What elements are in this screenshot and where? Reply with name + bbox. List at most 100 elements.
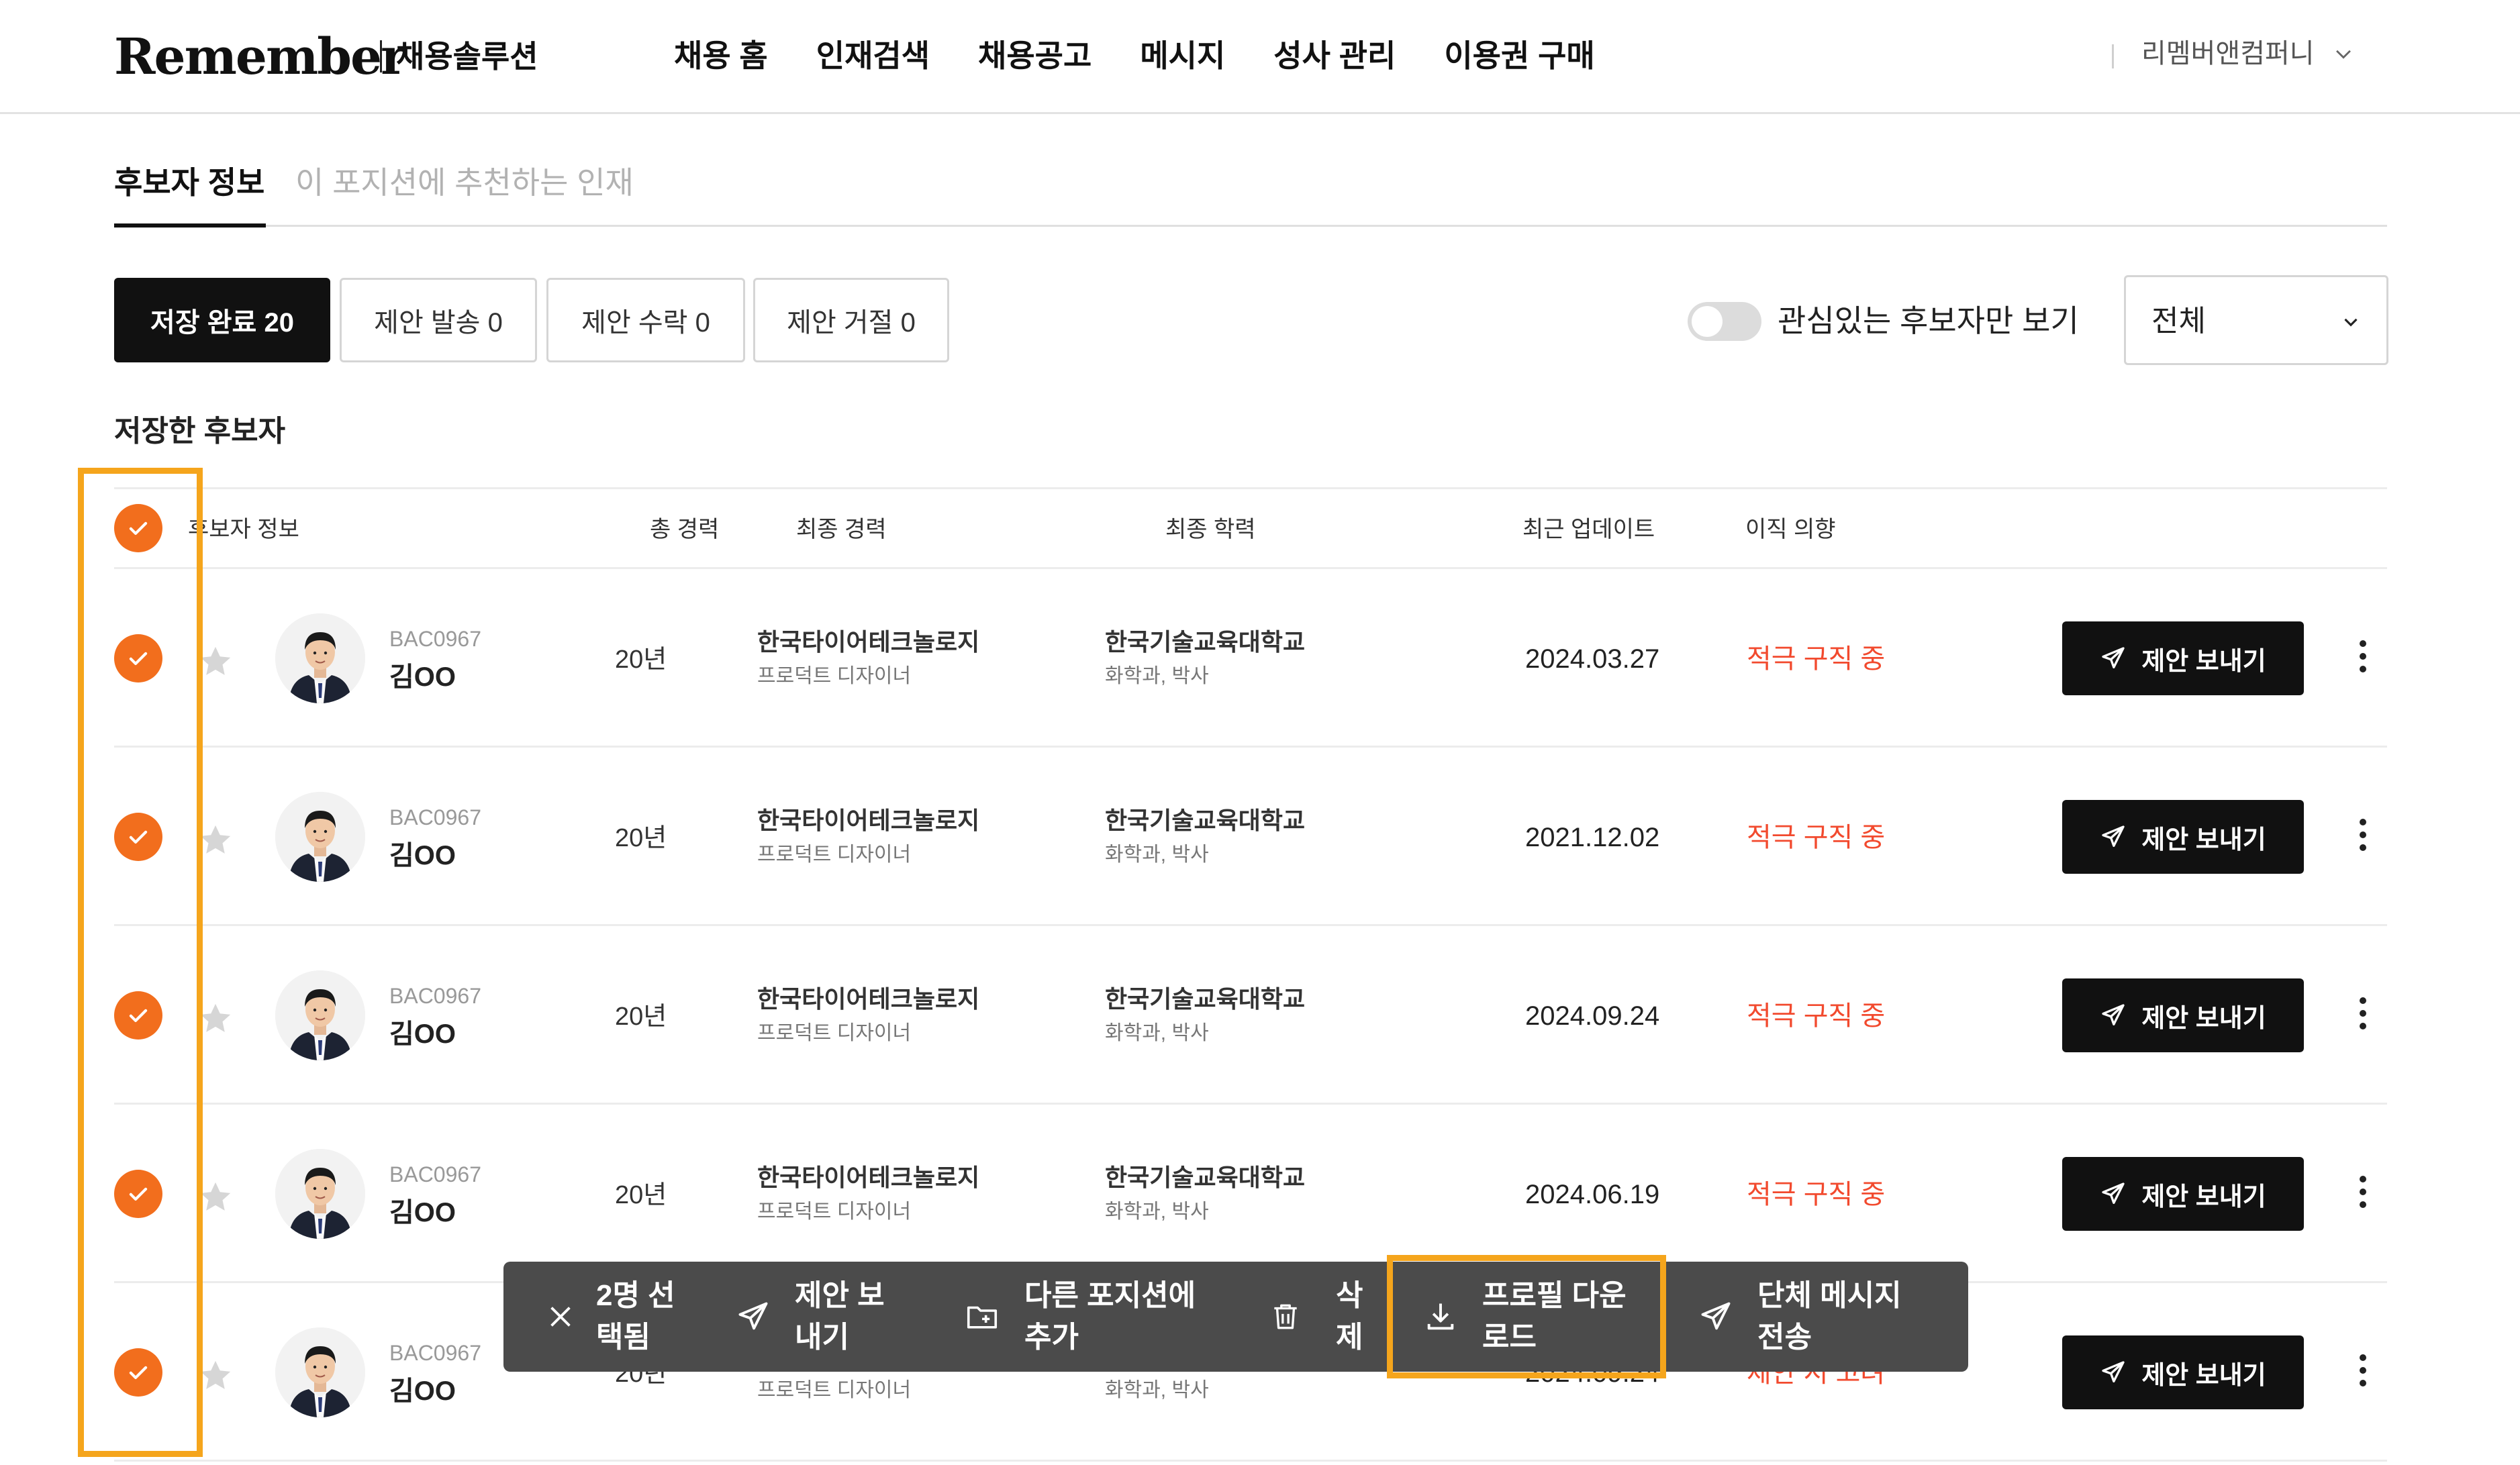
select-all-checkbox[interactable]	[114, 504, 162, 552]
paper-plane-icon	[1701, 1302, 1731, 1330]
star-icon[interactable]	[196, 821, 235, 859]
table-row[interactable]: BAC0967 김OO 20년 한국타이어테크놀로지 프로덕트 디자이너 한국기…	[114, 748, 2387, 926]
send-offer-label: 제안 보내기	[2141, 825, 2266, 854]
download-profile-label: 프로필 다운 로드	[1482, 1275, 1627, 1358]
table-row[interactable]: BAC0967 김OO 20년 한국타이어테크놀로지 프로덕트 디자이너 한국기…	[114, 569, 2387, 748]
send-offer-label: 제안 보내기	[2141, 1182, 2266, 1211]
trash-icon	[1274, 1304, 1297, 1329]
chevron-down-icon	[2344, 318, 2358, 327]
job-change-intent: 적극 구직 중	[1747, 823, 1886, 852]
candidate-name[interactable]: 김OO	[389, 839, 456, 872]
last-company: 한국타이어테크놀로지	[757, 985, 980, 1013]
paper-plane-icon	[2102, 1182, 2125, 1204]
star-icon[interactable]	[196, 1178, 235, 1216]
bulk-send-offer-button[interactable]: 제안 보 내기	[736, 1276, 885, 1357]
major: 화학과, 박사	[1105, 844, 1209, 866]
candidate-name[interactable]: 김OO	[389, 1196, 456, 1229]
download-profile-line1: 프로필 다운	[1482, 1279, 1627, 1312]
candidate-code: BAC0967	[389, 1162, 481, 1186]
row-checkbox[interactable]	[114, 634, 162, 683]
candidate-name[interactable]: 김OO	[389, 660, 456, 694]
send-offer-button[interactable]: 제안 보내기	[2062, 800, 2304, 874]
job-title: 프로덕트 디자이너	[757, 1022, 912, 1044]
send-offer-button[interactable]: 제안 보내기	[2062, 1157, 2304, 1231]
tab-recommended-talent[interactable]: 이 포지션에 추천하는 인재	[295, 161, 634, 204]
send-offer-button[interactable]: 제안 보내기	[2062, 978, 2304, 1052]
send-offer-button[interactable]: 제안 보내기	[2062, 1335, 2304, 1409]
candidate-name[interactable]: 김OO	[389, 1374, 456, 1408]
nav-hire-management[interactable]: 성사 관리	[1273, 35, 1396, 77]
nav-talent-search[interactable]: 인재검색	[816, 35, 930, 77]
row-checkbox[interactable]	[114, 1348, 162, 1397]
close-icon	[550, 1307, 571, 1327]
more-options-icon[interactable]	[2349, 1172, 2376, 1216]
clear-selection-button[interactable]: 2명 선 택됨	[545, 1276, 675, 1357]
remember-logo[interactable]: Remember	[114, 27, 407, 87]
check-icon	[129, 830, 148, 844]
major: 화학과, 박사	[1105, 1201, 1209, 1223]
job-change-intent: 적극 구직 중	[1747, 644, 1886, 674]
more-options-icon[interactable]	[2349, 993, 2376, 1038]
avatar	[275, 1149, 365, 1239]
person-avatar-icon	[275, 1149, 365, 1239]
row-checkbox[interactable]	[114, 991, 162, 1040]
nav-recruit-home[interactable]: 채용 홈	[674, 35, 768, 77]
send-offer-label: 제안 보내기	[2141, 1004, 2266, 1033]
paper-plane-icon	[2102, 1361, 2125, 1382]
interest-only-toggle[interactable]	[1688, 302, 1761, 341]
tab-candidate-info[interactable]: 후보자 정보	[114, 161, 264, 204]
filter-offer-rejected[interactable]: 제안 거절 0	[753, 278, 949, 362]
group-message-line2: 전송	[1757, 1321, 1812, 1354]
company-dropdown[interactable]: 리멤버앤컴퍼니	[2141, 35, 2355, 72]
delete-button[interactable]: 삭 제	[1269, 1276, 1363, 1357]
header-education: 최종 학력	[1165, 517, 1256, 542]
group-message-line1: 단체 메시지	[1757, 1279, 1902, 1312]
table-row[interactable]: BAC0967 김OO 20년 한국타이어테크놀로지 프로덕트 디자이너 한국기…	[114, 1105, 2387, 1283]
star-icon[interactable]	[196, 643, 235, 680]
total-career: 20년	[615, 1003, 667, 1031]
paper-plane-icon	[2102, 825, 2125, 847]
candidate-code: BAC0967	[389, 984, 481, 1008]
filter-saved[interactable]: 저장 완료 20	[114, 278, 330, 362]
star-icon[interactable]	[196, 1000, 235, 1038]
filter-offer-sent[interactable]: 제안 발송 0	[340, 278, 537, 362]
group-message-label: 단체 메시지 전송	[1757, 1275, 1902, 1358]
table-row[interactable]: BAC0967 김OO 20년 한국타이어테크놀로지 프로덕트 디자이너 한국기…	[114, 926, 2387, 1105]
nav-purchase-pass[interactable]: 이용권 구매	[1444, 35, 1594, 77]
delete-label: 삭 제	[1336, 1275, 1363, 1358]
star-icon[interactable]	[196, 1357, 235, 1395]
delete-line1: 삭	[1336, 1279, 1363, 1312]
selected-count-line2: 택됨	[596, 1321, 650, 1354]
row-checkbox[interactable]	[114, 1170, 162, 1218]
download-profile-button[interactable]: 프로필 다운 로드	[1423, 1276, 1627, 1357]
candidate-subtabs: 후보자 정보 이 포지션에 추천하는 인재	[114, 156, 2387, 228]
filter-offer-accepted[interactable]: 제안 수락 0	[546, 278, 745, 362]
school-name: 한국기술교육대학교	[1105, 985, 1306, 1013]
paper-plane-icon	[738, 1302, 768, 1330]
filter-select[interactable]: 전체	[2124, 275, 2388, 365]
interest-only-label: 관심있는 후보자만 보기	[1778, 303, 2079, 338]
add-to-position-line2: 추가	[1024, 1321, 1079, 1354]
row-checkbox[interactable]	[114, 813, 162, 861]
selected-count-line1: 2명 선	[596, 1279, 675, 1312]
last-company: 한국타이어테크놀로지	[757, 1164, 980, 1191]
last-company: 한국타이어테크놀로지	[757, 807, 980, 834]
nav-job-posting[interactable]: 채용공고	[978, 35, 1092, 77]
send-offer-button[interactable]: 제안 보내기	[2062, 621, 2304, 695]
more-options-icon[interactable]	[2349, 815, 2376, 859]
add-to-position-button[interactable]: 다른 포지션에 추가	[964, 1276, 1196, 1357]
more-options-icon[interactable]	[2349, 636, 2376, 680]
company-divider	[2112, 44, 2114, 68]
paper-plane-icon	[2102, 1004, 2125, 1025]
download-profile-line2: 로드	[1482, 1321, 1537, 1354]
candidate-code: BAC0967	[389, 627, 481, 651]
folder-add-icon	[967, 1306, 998, 1329]
more-options-icon[interactable]	[2349, 1350, 2376, 1395]
job-title: 프로덕트 디자이너	[757, 665, 912, 687]
paper-plane-icon	[2102, 647, 2125, 668]
add-to-position-label: 다른 포지션에 추가	[1024, 1275, 1196, 1358]
chevron-down-icon	[2335, 50, 2351, 59]
nav-messages[interactable]: 메시지	[1140, 35, 1225, 77]
group-message-button[interactable]: 단체 메시지 전송	[1698, 1276, 1902, 1357]
candidate-name[interactable]: 김OO	[389, 1017, 456, 1051]
